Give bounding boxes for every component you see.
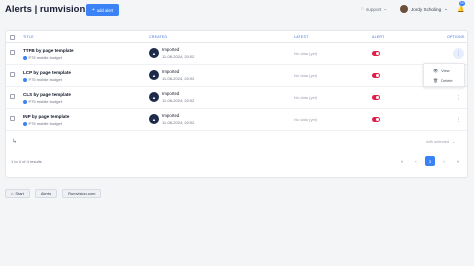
last-page-button[interactable]: »: [453, 156, 463, 166]
home-icon: ⌂: [11, 191, 14, 196]
breadcrumb-alerts[interactable]: Alerts: [34, 189, 58, 198]
table-row[interactable]: CLS by page template P75 mobile budget ▲…: [6, 88, 467, 109]
table-row[interactable]: LCP by page template P75 mobile budget ▲…: [6, 66, 467, 87]
import-icon: ▲: [149, 70, 159, 80]
breadcrumb: ⌂ Start Alerts Rumvision.com: [5, 189, 102, 198]
options-menu-button[interactable]: ⋮: [453, 48, 464, 59]
support-icon: ◌: [361, 6, 364, 12]
options-menu-button[interactable]: ⋮: [456, 117, 461, 123]
menu-item-view[interactable]: 👁 View: [433, 68, 450, 73]
latest-value: No data (yet): [294, 95, 318, 100]
alert-subtitle: P75 mobile budget: [23, 121, 62, 126]
table-row[interactable]: INP by page template P75 mobile budget ▲…: [6, 110, 467, 131]
alerts-table-card: TITLE CREATED LATEST ALERT OPTIONS TTFB …: [5, 30, 468, 178]
alert-subtitle-text: P75 mobile budget: [28, 77, 62, 82]
user-menu[interactable]: Jordy Scholing ⌄: [400, 5, 448, 13]
column-header-created[interactable]: CREATED: [149, 35, 167, 39]
alert-title[interactable]: LCP by page template: [23, 70, 71, 75]
first-page-button[interactable]: «: [397, 156, 407, 166]
device-icon: [23, 77, 27, 82]
bulk-action-arrow-icon: ↳: [12, 139, 18, 145]
created-label: Imported: [162, 113, 180, 118]
menu-item-view-label: View: [441, 68, 450, 73]
options-menu-button[interactable]: ⋮: [456, 95, 461, 101]
add-alert-button[interactable]: + add alert: [86, 4, 119, 16]
created-label: Imported: [162, 91, 180, 96]
table-row[interactable]: TTFB by page template P75 mobile budget …: [6, 44, 467, 65]
column-header-alert[interactable]: ALERT: [372, 35, 385, 39]
plus-icon: +: [91, 6, 95, 13]
import-icon: ▲: [149, 92, 159, 102]
alert-subtitle: P75 mobile budget: [23, 99, 62, 104]
alert-title[interactable]: CLS by page template: [23, 92, 71, 97]
breadcrumb-site[interactable]: Rumvision.com: [62, 189, 102, 198]
alert-subtitle-text: P75 mobile budget: [28, 121, 62, 126]
latest-value: No data (yet): [294, 117, 318, 122]
eye-icon: 👁: [433, 68, 439, 73]
import-icon: ▲: [149, 48, 159, 58]
latest-value: No data (yet): [294, 51, 318, 56]
menu-item-delete-label: Delete: [441, 78, 453, 83]
alert-subtitle-text: P75 mobile budget: [28, 99, 62, 104]
created-date: 11-08-2024, 20:02: [162, 98, 195, 103]
bell-icon[interactable]: 🔔: [456, 4, 466, 14]
select-all-checkbox[interactable]: [10, 34, 15, 40]
alert-subtitle: P75 mobile budget: [23, 55, 62, 60]
alert-toggle[interactable]: [372, 117, 380, 122]
created-label: Imported: [162, 69, 180, 74]
device-icon: [23, 121, 27, 126]
chevron-down-icon: ⌄: [444, 6, 448, 11]
previous-page-button[interactable]: ‹: [411, 156, 421, 166]
avatar: [400, 5, 408, 13]
next-page-button[interactable]: ›: [439, 156, 449, 166]
created-label: Imported: [162, 47, 180, 52]
created-date: 11-08-2024, 20:02: [162, 54, 195, 59]
add-alert-label: add alert: [96, 7, 114, 13]
alert-subtitle: P75 mobile budget: [23, 77, 62, 82]
created-date: 11-08-2024, 20:02: [162, 120, 195, 125]
alert-subtitle-text: P75 mobile budget: [28, 55, 62, 60]
breadcrumb-start-label: Start: [15, 191, 24, 196]
alert-toggle[interactable]: [372, 51, 380, 56]
breadcrumb-alerts-label: Alerts: [40, 191, 52, 196]
device-icon: [23, 99, 27, 104]
options-dropdown: 👁 View 🗑 Delete: [423, 63, 465, 87]
support-label: support: [365, 6, 382, 12]
row-checkbox[interactable]: [10, 50, 15, 55]
device-icon: [23, 55, 27, 60]
column-header-latest[interactable]: LATEST: [294, 35, 309, 39]
row-checkbox[interactable]: [10, 94, 15, 99]
chevron-down-icon: ⌄: [383, 6, 388, 11]
table-header: TITLE CREATED LATEST ALERT OPTIONS: [6, 31, 467, 43]
page-button-current[interactable]: 1: [425, 156, 435, 166]
menu-item-delete[interactable]: 🗑 Delete: [433, 78, 453, 83]
user-name: Jordy Scholing: [411, 6, 442, 12]
chevron-down-icon: ⌄: [452, 139, 456, 144]
pagination-info: 1 to 4 of 4 results: [11, 159, 42, 164]
created-date: 11-08-2024, 20:02: [162, 76, 195, 81]
breadcrumb-site-label: Rumvision.com: [68, 191, 96, 196]
trash-icon: 🗑: [433, 78, 439, 83]
latest-value: No data (yet): [294, 73, 318, 78]
top-bar: Alerts | rumvision.com + add alert ◌ sup…: [0, 0, 474, 20]
import-icon: ▲: [149, 114, 159, 124]
column-header-title[interactable]: TITLE: [23, 35, 34, 39]
alert-title[interactable]: TTFB by page template: [23, 48, 74, 53]
alert-toggle[interactable]: [372, 95, 380, 100]
row-checkbox[interactable]: [10, 116, 15, 121]
notification-badge: 10: [459, 1, 465, 6]
breadcrumb-start[interactable]: ⌂ Start: [5, 189, 30, 198]
support-menu[interactable]: ◌ support ⌄: [361, 6, 387, 12]
row-checkbox[interactable]: [10, 72, 15, 77]
column-header-options: OPTIONS: [447, 35, 465, 39]
with-selected-select[interactable]: with selected ⌄: [426, 139, 455, 144]
with-selected-label: with selected: [426, 139, 450, 144]
alert-title[interactable]: INP by page template: [23, 114, 69, 119]
alert-toggle[interactable]: [372, 73, 380, 78]
